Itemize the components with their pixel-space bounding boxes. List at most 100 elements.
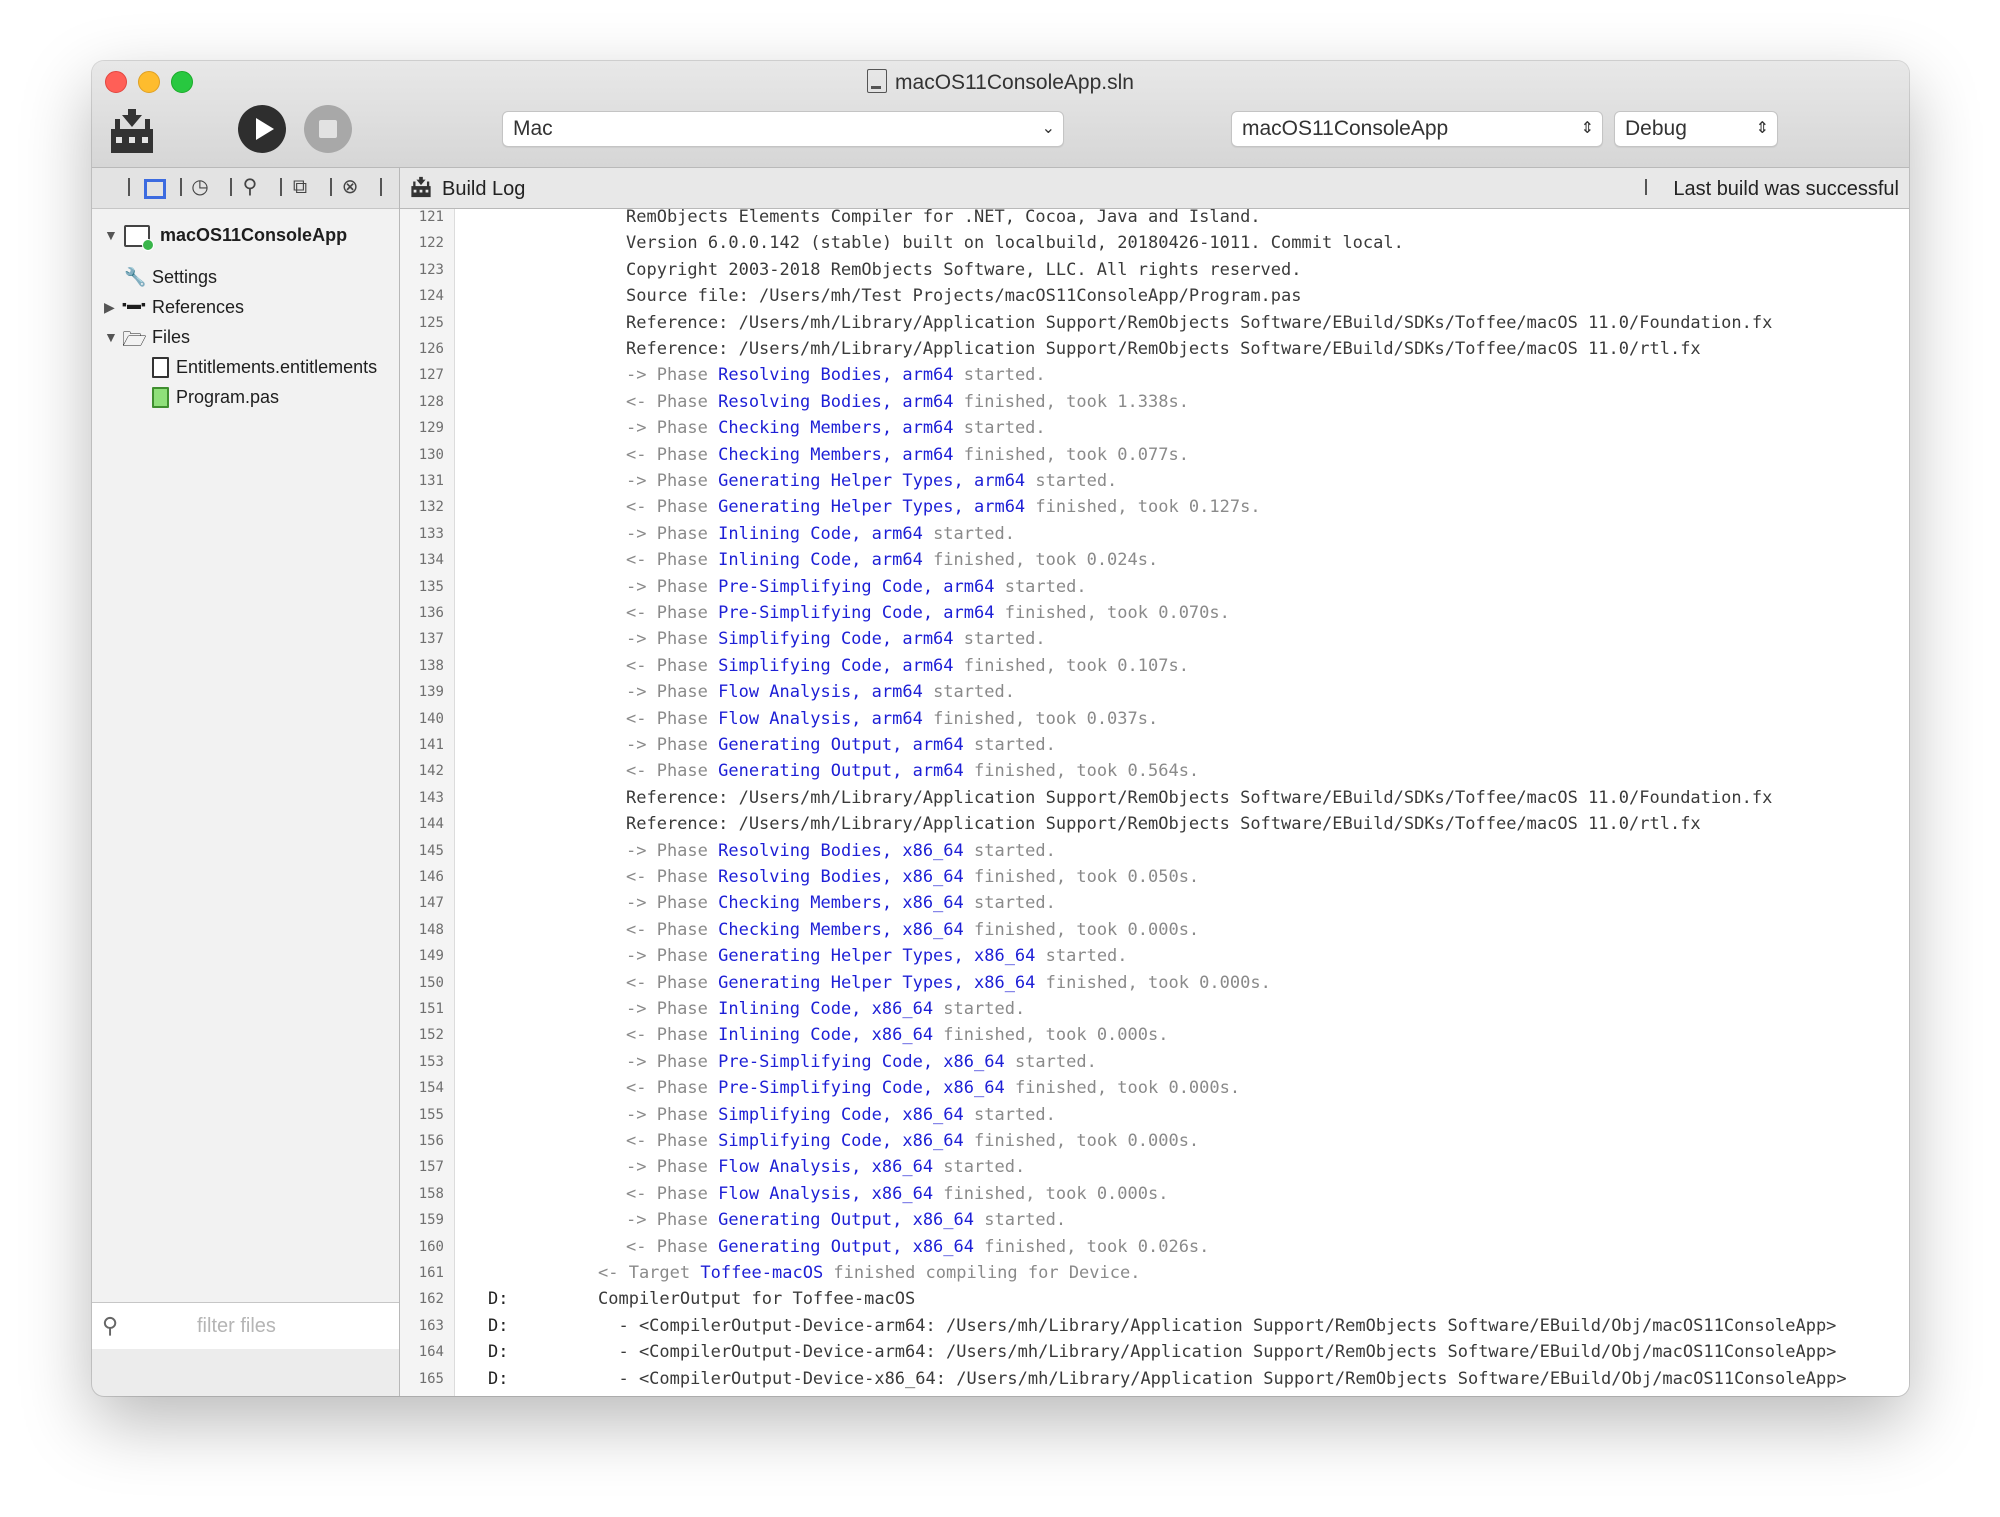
log-line: 154 <- Phase Pre-Simplifying Code, x86_64… <box>400 1076 1909 1102</box>
log-text: started. <box>974 1210 1067 1231</box>
log-line: 128 <- Phase Resolving Bodies, arm64 fini… <box>400 390 1909 416</box>
toolbar-separator <box>330 178 332 196</box>
disclosure-expanded-icon[interactable]: ▼ <box>104 227 118 243</box>
log-highlight: Simplifying Code, x86_64 <box>718 1131 964 1151</box>
log-message: <- Phase Pre-Simplifying Code, arm64 fin… <box>626 603 1230 623</box>
stop-button[interactable] <box>304 105 352 153</box>
log-line: 125 Reference: /Users/mh/Library/Applicat… <box>400 311 1909 337</box>
line-number: 163 <box>418 1317 444 1334</box>
log-message: <- Phase Generating Output, arm64 finish… <box>626 761 1199 781</box>
log-text: finished, took 0.077s. <box>953 444 1189 465</box>
log-message: - <CompilerOutput-Device-x86_64: /Users/… <box>598 1395 1846 1396</box>
build-button[interactable] <box>108 107 156 155</box>
log-line: 153 -> Phase Pre-Simplifying Code, x86_64… <box>400 1050 1909 1076</box>
log-highlight: Generating Helper Types, arm64 <box>718 497 1026 518</box>
log-message: -> Phase Generating Output, x86_64 start… <box>626 1210 1066 1230</box>
log-text: CompilerOutput for Toffee-macOS <box>598 1289 916 1310</box>
disclosure-expanded-icon[interactable]: ▼ <box>104 329 118 345</box>
disclosure-collapsed-icon[interactable]: ▶ <box>104 299 115 316</box>
log-text: finished, took 0.000s. <box>1035 972 1271 993</box>
log-text: started. <box>963 1104 1056 1125</box>
log-text: -> Phase <box>626 1157 719 1178</box>
log-text: started. <box>1035 946 1128 967</box>
build-log-view[interactable]: 121 RemObjects Elements Compiler for .NET… <box>400 209 1909 1396</box>
sidebar-item-references[interactable]: References <box>152 297 244 318</box>
line-number: 157 <box>418 1159 444 1176</box>
search-icon[interactable]: ⚲ <box>238 175 262 199</box>
line-number: 145 <box>418 842 444 859</box>
log-text: -> Phase <box>626 735 719 755</box>
log-line: 148 <- Phase Checking Members, x86_64 fin… <box>400 918 1909 944</box>
log-highlight: Pre-Simplifying Code, arm64 <box>718 603 995 623</box>
line-number: 136 <box>418 605 444 621</box>
log-text: -> Phase <box>626 1104 719 1125</box>
project-select[interactable]: macOS11ConsoleApp ⇕ <box>1231 111 1603 147</box>
project-tree-icon[interactable] <box>144 179 166 199</box>
log-message: <- Phase Simplifying Code, arm64 finishe… <box>626 656 1189 676</box>
log-highlight: Toffee-macOS <box>700 1263 824 1283</box>
log-highlight: Generating Helper Types, x86_64 <box>718 972 1036 993</box>
hierarchy-icon[interactable]: ⧉ <box>288 175 312 199</box>
platform-select[interactable]: Mac ⌄ <box>502 111 1064 147</box>
line-number: 138 <box>418 657 444 674</box>
log-message: <- Phase Checking Members, arm64 finishe… <box>626 445 1189 465</box>
folder-icon: 🗁 <box>122 329 147 351</box>
log-message: -> Phase Flow Analysis, x86_64 started. <box>626 1157 1025 1177</box>
log-level: D: <box>488 1395 508 1396</box>
log-text: -> Phase <box>626 576 719 597</box>
log-message: Reference: /Users/mh/Library/Application… <box>626 788 1772 808</box>
log-text: started. <box>953 365 1046 386</box>
log-highlight: Inlining Code, arm64 <box>718 550 923 571</box>
log-message: -> Phase Generating Helper Types, arm64 … <box>626 471 1117 491</box>
log-message: <- Phase Inlining Code, arm64 finished, … <box>626 550 1158 570</box>
log-text: Source file: /Users/mh/Test Projects/mac… <box>626 286 1302 307</box>
log-line: 141 -> Phase Generating Output, arm64 sta… <box>400 733 1909 759</box>
line-number: 155 <box>418 1106 444 1123</box>
log-text: - <CompilerOutput-Device-x86_64: /Users/… <box>598 1368 1847 1389</box>
sidebar-item-settings[interactable]: Settings <box>152 267 217 288</box>
log-text: started. <box>1004 1051 1097 1072</box>
configuration-select[interactable]: Debug ⇕ <box>1614 111 1778 147</box>
history-icon[interactable]: ◷ <box>188 175 212 199</box>
log-line: 126 Reference: /Users/mh/Library/Applicat… <box>400 337 1909 363</box>
log-line: 146 <- Phase Resolving Bodies, x86_64 fin… <box>400 865 1909 891</box>
log-text: Reference: /Users/mh/Library/Application… <box>626 787 1773 808</box>
log-text: <- Phase <box>626 1236 719 1257</box>
log-line: 157 -> Phase Flow Analysis, x86_64 starte… <box>400 1155 1909 1181</box>
run-button[interactable] <box>238 105 286 153</box>
log-text: -> Phase <box>626 1051 719 1072</box>
sidebar-item-files[interactable]: Files <box>152 327 190 348</box>
references-icon: ▪▬▪ <box>122 296 146 312</box>
log-text: finished, took 0.000s. <box>1004 1078 1241 1099</box>
errors-icon[interactable]: ⊗ <box>338 175 362 199</box>
toolbar-separator <box>380 178 382 196</box>
log-text: <- Phase <box>626 550 719 571</box>
sidebar-file-entitlements[interactable]: Entitlements.entitlements <box>176 357 377 378</box>
toolbar-separator <box>180 178 182 196</box>
log-highlight: Generating Output, x86_64 <box>718 1210 974 1231</box>
sidebar-file-program[interactable]: Program.pas <box>176 387 279 408</box>
log-line: 122 Version 6.0.0.142 (stable) built on l… <box>400 231 1909 257</box>
header-separator <box>1645 179 1647 195</box>
log-text: finished, took 1.338s. <box>953 391 1189 412</box>
log-text: <- Phase <box>626 972 719 993</box>
log-message: Copyright 2003-2018 RemObjects Software,… <box>626 260 1302 280</box>
log-text: finished, took 0.107s. <box>953 655 1189 676</box>
log-line: 138 <- Phase Simplifying Code, arm64 fini… <box>400 654 1909 680</box>
solution-file-icon <box>867 69 888 93</box>
log-highlight: Generating Output, arm64 <box>718 735 964 755</box>
log-line: 123 Copyright 2003-2018 RemObjects Softwa… <box>400 258 1909 284</box>
sidebar-item-project[interactable]: macOS11ConsoleApp <box>160 225 347 246</box>
log-text: <- Phase <box>626 391 719 412</box>
build-status-text: Last build was successful <box>1673 178 1899 200</box>
log-text: finished, took 0.000s. <box>933 1025 1169 1046</box>
log-highlight: Pre-Simplifying Code, x86_64 <box>718 1078 1005 1099</box>
log-text: finished compiling for Device. <box>823 1263 1141 1283</box>
log-text: started. <box>963 735 1056 755</box>
log-message: <- Phase Generating Output, x86_64 finis… <box>626 1237 1209 1257</box>
log-message: RemObjects Elements Compiler for .NET, C… <box>626 209 1261 227</box>
log-text: <- Phase <box>626 1025 719 1046</box>
line-number: 160 <box>418 1238 444 1255</box>
filter-files-field[interactable]: ⚲ filter files <box>92 1302 399 1349</box>
log-text: started. <box>1025 471 1118 491</box>
